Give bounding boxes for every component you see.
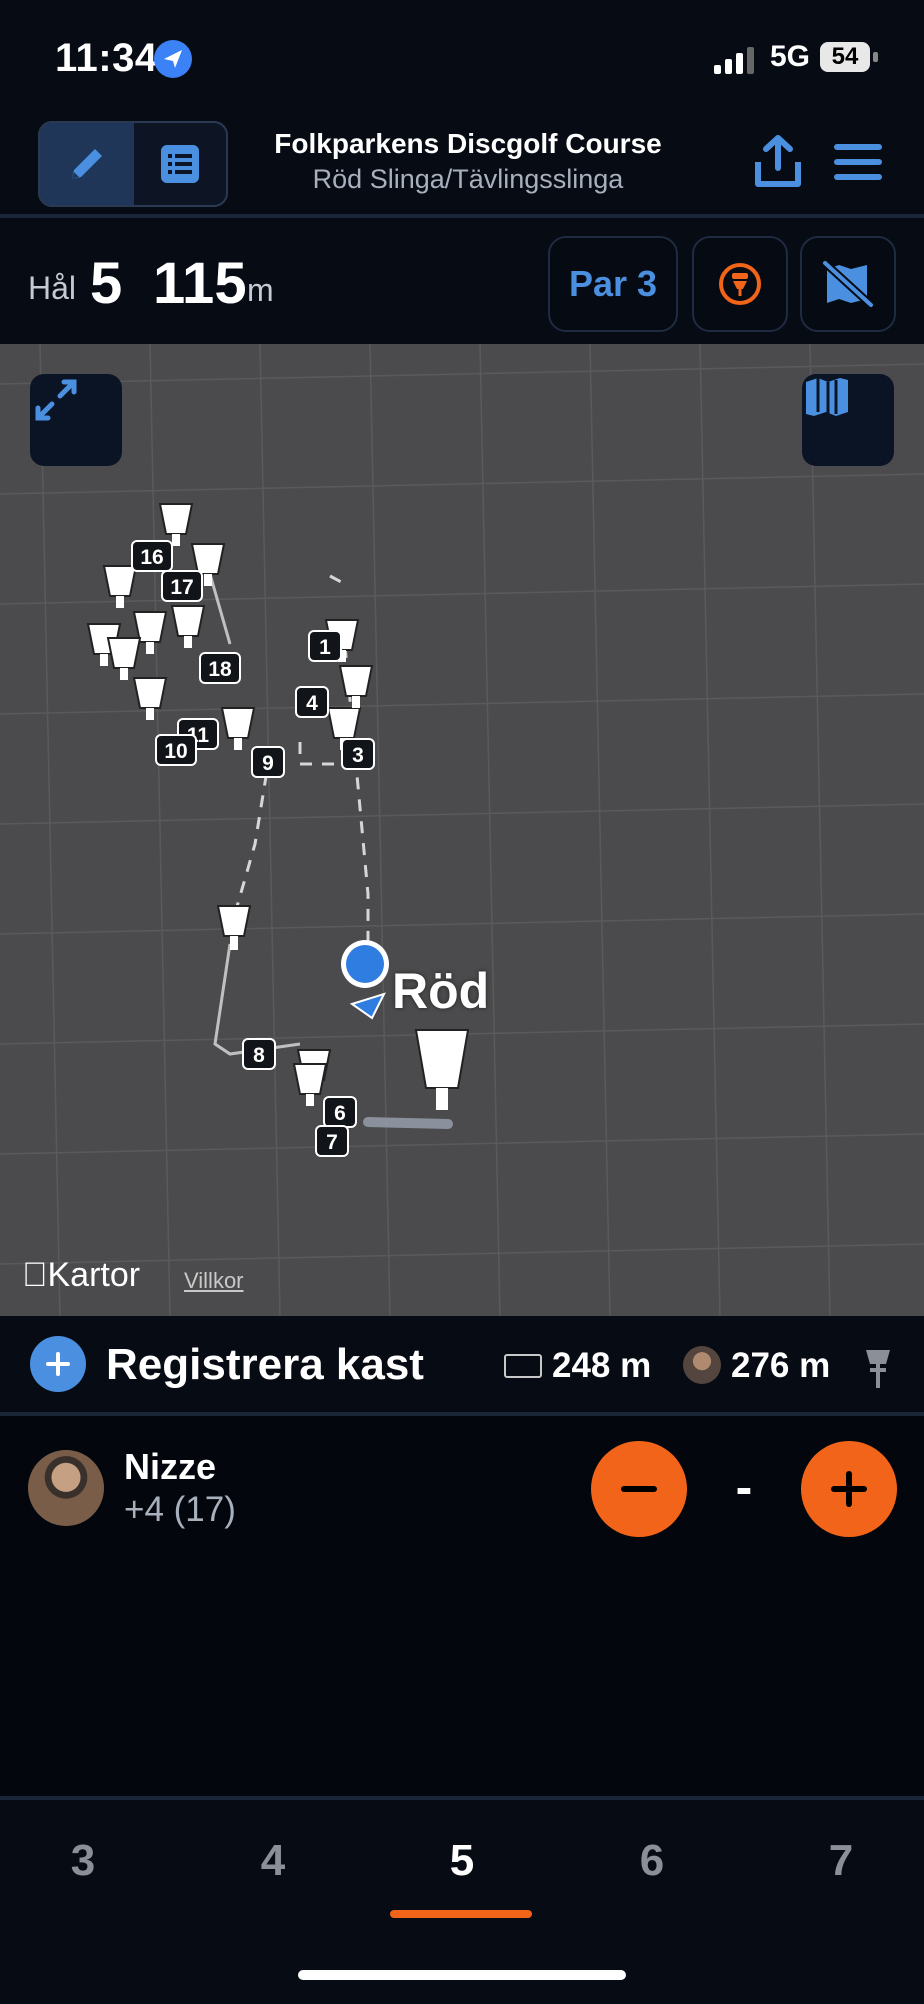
svg-text:6: 6 — [334, 1102, 346, 1125]
register-throw-label[interactable]: Registrera kast — [106, 1340, 424, 1390]
register-throw-button[interactable] — [30, 1336, 86, 1392]
share-icon — [755, 135, 801, 187]
svg-text:16: 16 — [140, 546, 163, 569]
maps-attribution: Kartor — [22, 1256, 140, 1294]
map-off-icon — [822, 260, 874, 308]
hole-marker-17[interactable]: 17 — [161, 570, 203, 602]
hole-marker-4[interactable]: 4 — [295, 686, 329, 718]
list-icon — [161, 145, 199, 183]
hamburger-menu-icon[interactable] — [834, 136, 890, 188]
player-avatar — [28, 1450, 104, 1526]
tee-distance: 248 m — [552, 1346, 652, 1385]
hole-marker-1[interactable]: 1 — [308, 630, 342, 662]
decrease-strokes-button[interactable] — [591, 1441, 687, 1537]
signal-icon — [714, 46, 758, 74]
network-type: 5G — [770, 40, 811, 73]
basket-icon — [719, 263, 761, 305]
svg-text:1: 1 — [319, 636, 331, 659]
svg-text:17: 17 — [170, 576, 193, 599]
svg-text:3: 3 — [352, 744, 364, 767]
player-name: Nizze — [124, 1446, 217, 1487]
battery-tip — [873, 52, 878, 62]
active-tab-indicator — [390, 1910, 532, 1918]
hole-tab-7[interactable]: 7 — [796, 1836, 886, 1886]
map-canvas: 1617181411109 3867 — [0, 344, 924, 1316]
expand-icon — [35, 379, 77, 421]
status-time: 11:34 — [55, 36, 158, 80]
hide-map-button[interactable] — [800, 236, 896, 332]
hole-tab-4[interactable]: 4 — [228, 1836, 318, 1886]
hole-marker-9[interactable]: 9 — [251, 746, 285, 778]
apple-logo-icon:  — [22, 1256, 48, 1294]
edit-mode-button[interactable] — [40, 123, 134, 205]
map-icon — [806, 378, 848, 416]
course-title: Folkparkens Discgolf Course — [274, 128, 662, 159]
tee-distance-icon — [504, 1354, 542, 1378]
hole-length-unit: m — [247, 272, 274, 308]
hole-label: Hål — [28, 270, 77, 306]
hole-length: 115 — [153, 251, 247, 316]
hole-tab-6[interactable]: 6 — [607, 1836, 697, 1886]
battery-level: 54 — [820, 42, 870, 72]
hole-number: 5 — [90, 251, 123, 316]
svg-text:7: 7 — [326, 1131, 338, 1154]
stroke-count: - — [735, 1459, 753, 1515]
hole-marker-7[interactable]: 7 — [315, 1125, 349, 1157]
map-terms-link[interactable]: Villkor — [184, 1268, 244, 1294]
tee-label: Röd — [392, 963, 490, 1019]
course-layout-subtitle: Röd Slinga/Tävlingsslinga — [312, 164, 624, 194]
hole-marker-16[interactable]: 16 — [131, 540, 173, 572]
course-map[interactable]: 16 17 18 1 4 11 10 9 3 8 6 7 — [0, 344, 924, 1316]
map-style-button[interactable] — [802, 374, 894, 466]
svg-text:10: 10 — [164, 740, 187, 763]
basket-view-button[interactable] — [692, 236, 788, 332]
player-score: +4 (17) — [124, 1490, 236, 1529]
basket-pin-icon — [858, 1344, 898, 1392]
player-avatar-small — [683, 1346, 721, 1384]
hole-tab-3[interactable]: 3 — [38, 1836, 128, 1886]
hole-marker-6[interactable]: 6 — [323, 1096, 357, 1128]
hole-marker-8[interactable]: 8 — [242, 1038, 276, 1070]
player-distance: 276 m — [731, 1346, 831, 1385]
expand-map-button[interactable] — [30, 374, 122, 466]
svg-text:18: 18 — [208, 658, 232, 681]
svg-text:9: 9 — [262, 752, 274, 775]
par-label: Par 3 — [568, 263, 658, 304]
hole-marker-3[interactable]: 3 — [341, 738, 375, 770]
location-arrow-icon — [154, 40, 192, 78]
par-button[interactable]: Par 3 — [548, 236, 678, 332]
view-mode-segmented-control[interactable] — [38, 121, 228, 207]
increase-strokes-button[interactable] — [801, 1441, 897, 1537]
list-mode-button[interactable] — [134, 123, 226, 205]
hole-tab-5[interactable]: 5 — [417, 1836, 507, 1886]
hole-marker-10[interactable]: 10 — [155, 734, 197, 766]
svg-text:4: 4 — [306, 692, 318, 715]
home-indicator — [298, 1970, 626, 1980]
svg-text:8: 8 — [253, 1044, 265, 1067]
pencil-icon — [72, 149, 102, 179]
share-button[interactable] — [748, 132, 808, 192]
hole-marker-18[interactable]: 18 — [199, 652, 241, 684]
